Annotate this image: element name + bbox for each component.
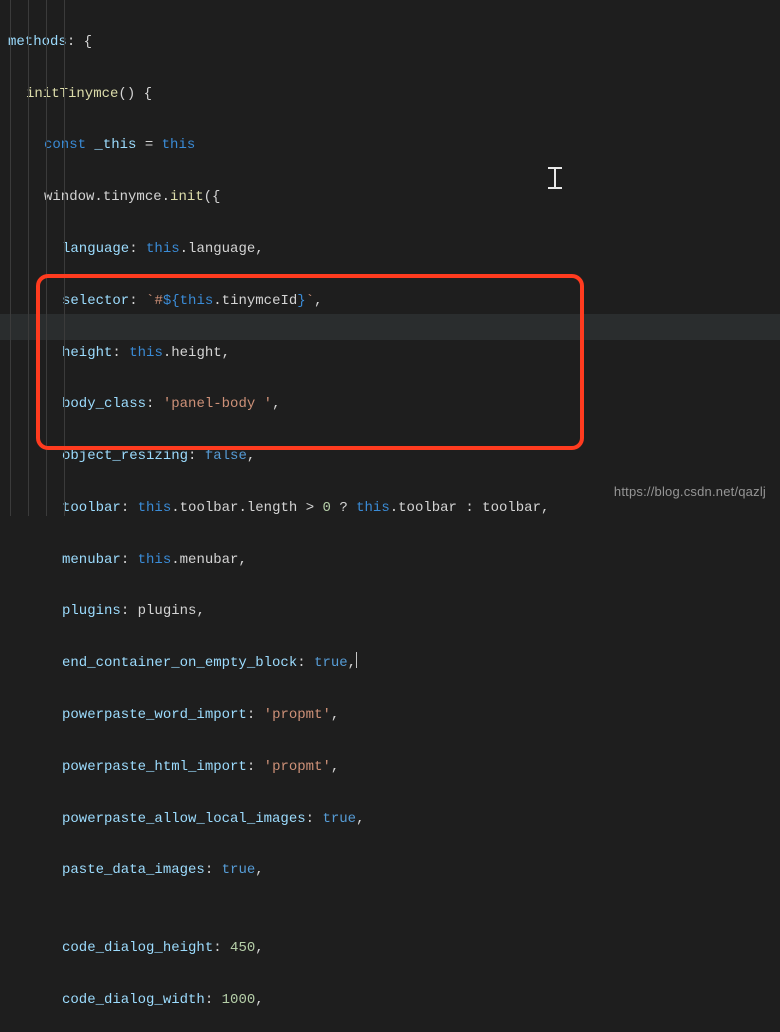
- code-line: methods: {: [8, 30, 780, 56]
- code-line: body_class: 'panel-body ',: [8, 392, 780, 418]
- code-line: selector: `#${this.tinymceId}`,: [8, 289, 780, 315]
- code-line: powerpaste_allow_local_images: true,: [8, 807, 780, 833]
- code-editor[interactable]: methods: { initTinymce() { const _this =…: [0, 0, 780, 1032]
- code-line: code_dialog_height: 450,: [8, 936, 780, 962]
- code-line: const _this = this: [8, 133, 780, 159]
- code-line: initTinymce() {: [8, 82, 780, 108]
- code-line: end_container_on_empty_block: true,: [8, 651, 780, 677]
- code-line: powerpaste_word_import: 'propmt',: [8, 703, 780, 729]
- watermark-text: https://blog.csdn.net/qazlj: [614, 480, 766, 504]
- code-line: menubar: this.menubar,: [8, 548, 780, 574]
- code-line: code_dialog_width: 1000,: [8, 988, 780, 1014]
- text-caret: [356, 652, 357, 668]
- code-line: plugins: plugins,: [8, 599, 780, 625]
- code-line: window.tinymce.init({: [8, 185, 780, 211]
- code-line: height: this.height,: [8, 341, 780, 367]
- code-line: paste_data_images: true,: [8, 858, 780, 884]
- code-line: powerpaste_html_import: 'propmt',: [8, 755, 780, 781]
- code-line: object_resizing: false,: [8, 444, 780, 470]
- code-line: language: this.language,: [8, 237, 780, 263]
